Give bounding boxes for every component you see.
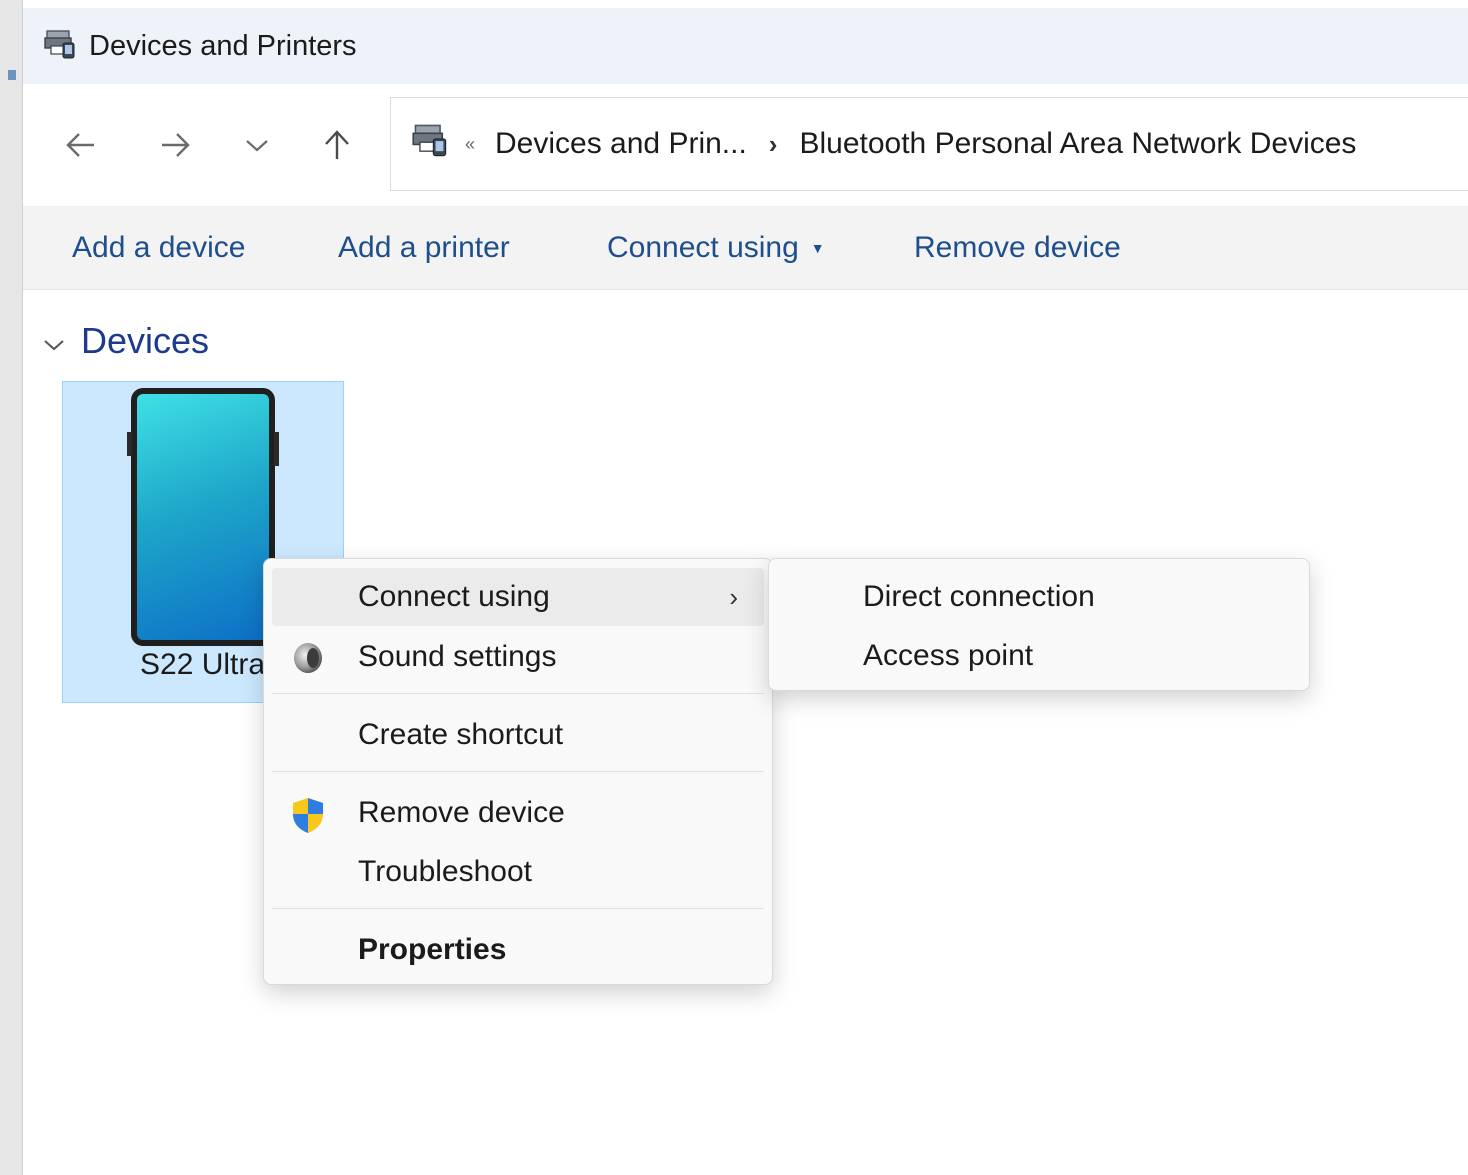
arrow-left-icon [66, 133, 94, 157]
menu-item-label: Troubleshoot [358, 855, 532, 888]
menu-separator [272, 771, 764, 772]
phone-side-button [127, 432, 132, 456]
recent-locations-button[interactable] [229, 120, 285, 170]
devices-group-header[interactable]: Devices [43, 320, 209, 362]
navigation-bar: « Devices and Prin... › Bluetooth Person… [23, 84, 1468, 206]
background-window-fragment [8, 70, 16, 80]
chevron-right-icon: › [729, 581, 738, 612]
breadcrumb-separator[interactable]: › [769, 129, 778, 160]
menu-item-label: Properties [358, 933, 507, 966]
window-title: Devices and Printers [89, 29, 357, 62]
smartphone-icon [127, 388, 279, 646]
connect-using-submenu: Direct connection Access point [768, 558, 1310, 691]
phone-side-button [274, 432, 279, 466]
submenu-item-direct-connection[interactable]: Direct connection [777, 568, 1301, 626]
breadcrumb-devices-and-printers[interactable]: Devices and Prin... [495, 127, 747, 161]
forward-button[interactable] [147, 120, 203, 170]
device-name: S22 Ultra [140, 648, 266, 681]
connect-using-button[interactable]: Connect using ▼ [607, 206, 825, 290]
dropdown-caret-icon: ▼ [810, 240, 825, 256]
menu-separator [272, 693, 764, 694]
menu-item-label: Sound settings [358, 640, 557, 673]
remove-device-label: Remove device [914, 231, 1121, 264]
uac-shield-icon [290, 796, 326, 833]
group-label: Devices [81, 320, 210, 361]
title-bar: Devices and Printers [23, 8, 1468, 84]
breadcrumb-bluetooth-pan-devices[interactable]: Bluetooth Personal Area Network Devices [799, 127, 1356, 161]
menu-item-sound-settings[interactable]: Sound settings [272, 628, 764, 686]
speaker-icon [290, 640, 326, 676]
command-bar: Add a device Add a printer Connect using… [23, 206, 1468, 290]
add-printer-label: Add a printer [338, 231, 510, 264]
menu-item-properties[interactable]: Properties [272, 921, 764, 979]
connect-using-label: Connect using [607, 231, 799, 264]
add-device-label: Add a device [72, 231, 246, 264]
submenu-item-access-point[interactable]: Access point [777, 627, 1301, 685]
background-window-edge [0, 0, 23, 1175]
menu-item-label: Connect using [358, 580, 550, 613]
remove-device-button[interactable]: Remove device [914, 206, 1121, 290]
menu-item-remove-device[interactable]: Remove device [272, 784, 764, 842]
back-button[interactable] [53, 120, 109, 170]
menu-item-label: Remove device [358, 796, 565, 829]
devices-printers-icon [43, 29, 77, 64]
context-menu: Connect using › Sound settings Create sh… [263, 558, 773, 985]
menu-separator [272, 908, 764, 909]
phone-screen [137, 394, 269, 640]
submenu-item-label: Access point [863, 639, 1034, 672]
devices-printers-icon [411, 123, 449, 165]
add-device-button[interactable]: Add a device [72, 206, 245, 290]
add-printer-button[interactable]: Add a printer [338, 206, 510, 290]
chevron-down-icon [246, 140, 268, 152]
menu-item-create-shortcut[interactable]: Create shortcut [272, 706, 764, 764]
menu-item-label: Create shortcut [358, 718, 564, 751]
arrow-right-icon [162, 133, 190, 157]
devices-and-printers-window: Devices and Printers « Devices and Prin.… [23, 8, 1468, 1175]
menu-item-connect-using[interactable]: Connect using › [272, 568, 764, 626]
menu-item-troubleshoot[interactable]: Troubleshoot [272, 843, 764, 901]
submenu-item-label: Direct connection [863, 580, 1095, 613]
breadcrumb-overflow-button[interactable]: « [465, 134, 475, 155]
up-button[interactable] [309, 120, 365, 170]
address-bar[interactable]: « Devices and Prin... › Bluetooth Person… [390, 97, 1468, 191]
arrow-up-icon [325, 130, 349, 159]
chevron-down-icon [43, 320, 65, 362]
